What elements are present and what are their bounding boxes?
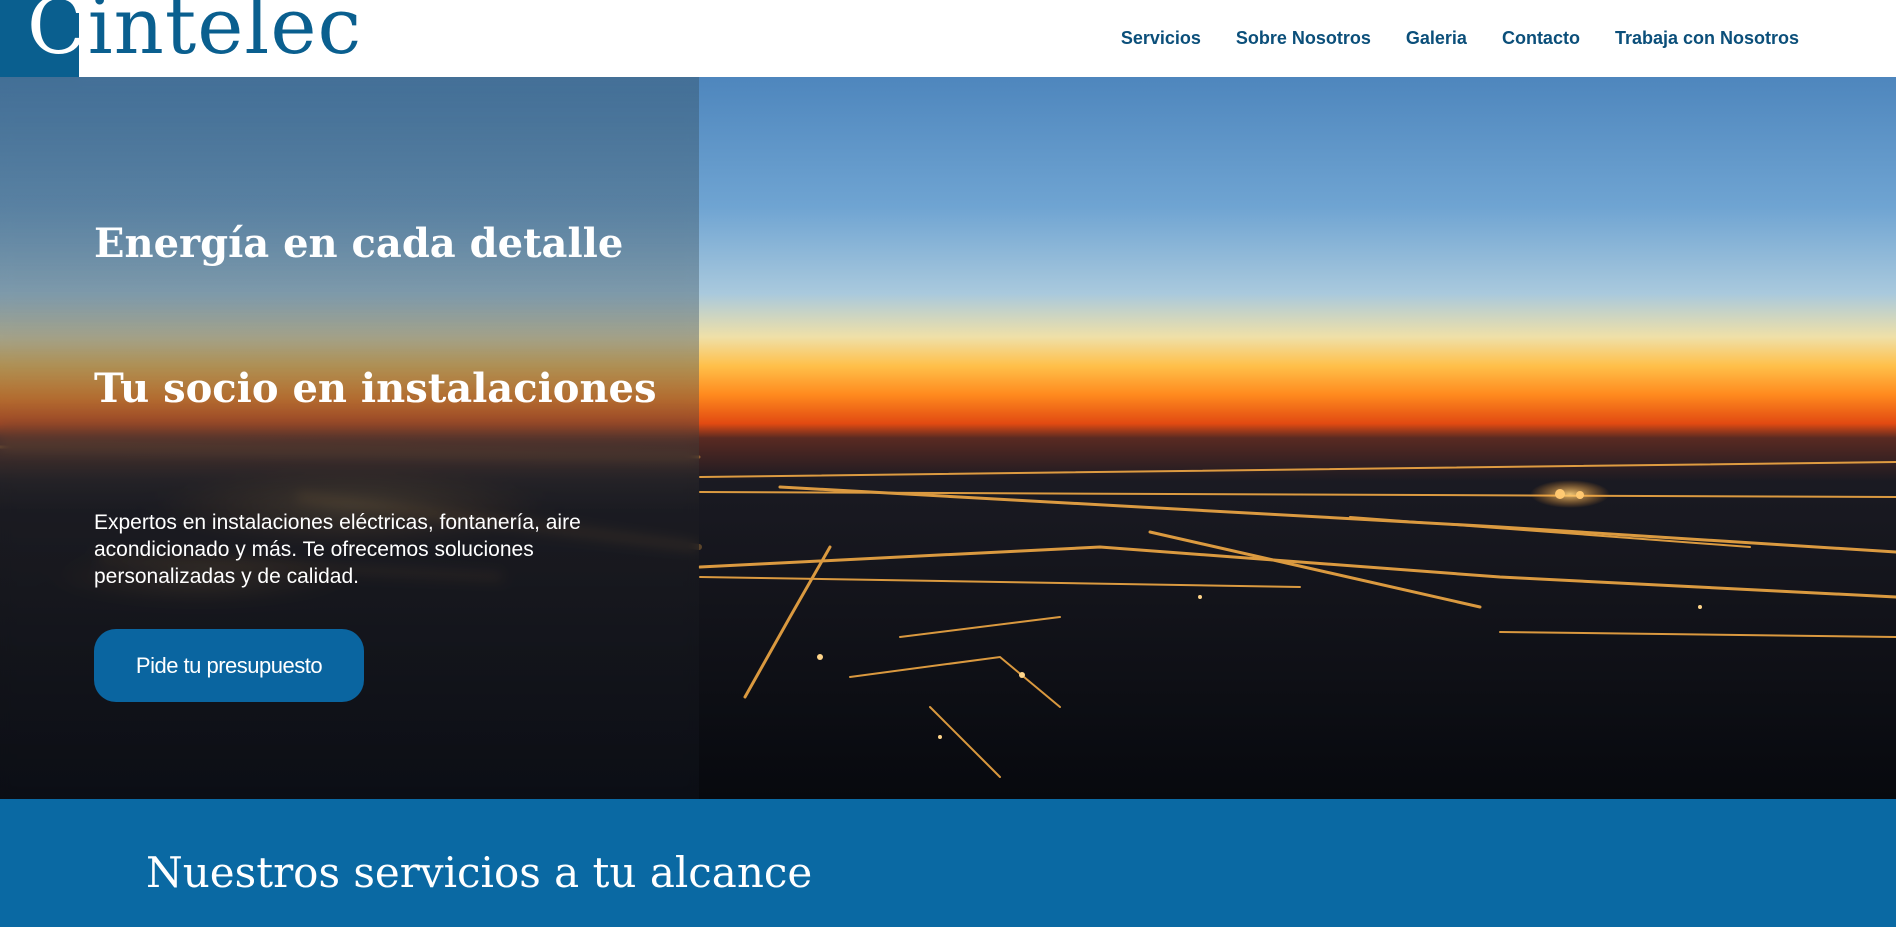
nav-link-contacto[interactable]: Contacto bbox=[1502, 28, 1580, 49]
nav-link-galeria[interactable]: Galeria bbox=[1406, 28, 1467, 49]
hero-section: Energía en cada detalle Tu socio en inst… bbox=[0, 77, 1896, 799]
hero-description: Expertos en instalaciones eléctricas, fo… bbox=[94, 511, 581, 588]
request-quote-button[interactable]: Pide tu presupuesto bbox=[94, 629, 364, 702]
logo-rest: intelec bbox=[87, 0, 363, 72]
main-navigation: Servicios Sobre Nosotros Galeria Contact… bbox=[1121, 0, 1799, 77]
nav-link-servicios[interactable]: Servicios bbox=[1121, 28, 1201, 49]
nav-link-sobre-nosotros[interactable]: Sobre Nosotros bbox=[1236, 28, 1371, 49]
nav-link-trabaja-con-nosotros[interactable]: Trabaja con Nosotros bbox=[1615, 28, 1799, 49]
logo-wordmark: Cintelec bbox=[27, 0, 362, 66]
hero-title: Energía en cada detalle bbox=[94, 220, 624, 267]
logo-first-letter: C bbox=[27, 0, 88, 72]
hero-overlay-panel: Energía en cada detalle Tu socio en inst… bbox=[0, 77, 699, 799]
site-header: Cintelec Servicios Sobre Nosotros Galeri… bbox=[0, 0, 1896, 77]
services-section: Nuestros servicios a tu alcance bbox=[0, 799, 1896, 927]
brand-logo[interactable]: Cintelec bbox=[0, 0, 361, 77]
hero-subtitle: Tu socio en instalaciones bbox=[94, 365, 657, 412]
services-heading: Nuestros servicios a tu alcance bbox=[146, 848, 813, 897]
